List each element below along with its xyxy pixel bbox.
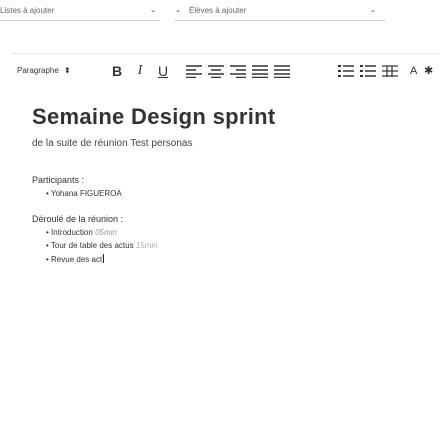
top-bar: Listes à ajouter ⌄ ⌄ Élèves à ajouter ⌄ — [0, 0, 440, 22]
lists-to-add-select[interactable]: Listes à ajouter ⌄ — [0, 0, 160, 22]
participant-item: • Yohana FIGUEROA — [46, 189, 122, 198]
text-cursor — [103, 254, 105, 263]
students-to-add-value: Élèves à ajouter — [189, 6, 247, 15]
text-color-icon[interactable]: A — [410, 65, 417, 78]
agenda-colon: : — [120, 214, 124, 224]
chevron-down-icon: ⌄ — [370, 7, 376, 14]
agenda-item-text: • Revue des act — [46, 255, 103, 264]
agenda-item-duration: 05min — [95, 228, 117, 237]
agenda-item-duration: 15min — [135, 241, 158, 250]
participants-label: Participants — [32, 175, 80, 185]
paragraph-style-label: Paragraphe — [17, 66, 59, 75]
align-right-icon[interactable] — [230, 65, 246, 78]
align-left-icon[interactable] — [186, 65, 202, 78]
clear-format-icon[interactable]: ✱ — [424, 65, 433, 78]
line-spacing-icon[interactable] — [274, 65, 290, 78]
document-body[interactable]: Semaine Design sprint de la suite de réu… — [32, 104, 432, 264]
underline-button[interactable]: U — [156, 58, 170, 84]
document-title: Semaine Design sprint — [32, 104, 276, 129]
chevron-down-icon: ⌄ — [150, 7, 156, 14]
agenda-item-text: • Introduction — [46, 228, 93, 237]
agenda-item: • Tour de table des actus 15min — [46, 241, 432, 250]
lists-to-add-value: Listes à ajouter — [0, 6, 55, 15]
align-justify-icon[interactable] — [252, 65, 268, 78]
agenda-item-text: • Tour de table des actus — [46, 241, 134, 250]
table-icon[interactable] — [382, 65, 398, 78]
participants-colon: : — [81, 175, 85, 185]
rich-text-editor: Paragraphe ⬍ B I U A ✱ Semaine Design sp… — [12, 53, 440, 441]
paragraph-style-select[interactable]: Paragraphe ⬍ — [17, 58, 71, 84]
document-subtitle: de la suite de réunion Test personas — [32, 138, 193, 149]
bold-button[interactable]: B — [110, 58, 124, 84]
agenda-item: • Introduction 05min — [46, 228, 432, 237]
select-underline — [0, 20, 160, 21]
agenda-heading: Déroulé de la réunion : — [32, 214, 432, 224]
editor-toolbar: Paragraphe ⬍ B I U A ✱ — [12, 58, 440, 84]
numbered-list-icon[interactable] — [360, 65, 376, 78]
chevron-down-icon: ⌄ — [175, 7, 181, 14]
align-center-icon[interactable] — [208, 65, 224, 78]
select-underline — [175, 20, 385, 21]
chevron-updown-icon: ⬍ — [64, 66, 71, 75]
agenda-label: Déroulé de la réunion — [32, 214, 119, 224]
students-to-add-select[interactable]: ⌄ Élèves à ajouter ⌄ — [175, 0, 385, 22]
bulleted-list-icon[interactable] — [338, 65, 354, 78]
agenda-item: • Revue des act — [46, 254, 432, 264]
italic-button[interactable]: I — [134, 58, 146, 84]
participants-heading: Participants : — [32, 175, 432, 185]
